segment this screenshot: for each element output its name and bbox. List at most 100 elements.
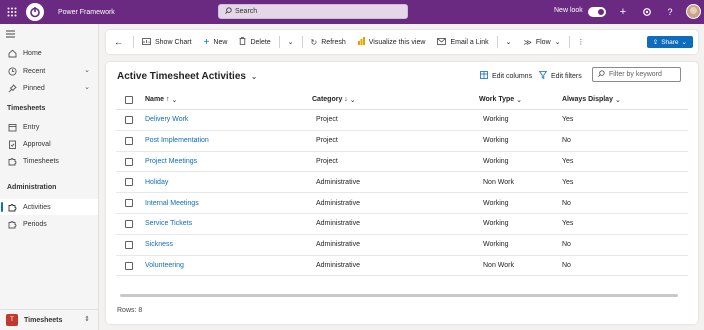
- settings-gear-icon[interactable]: [640, 5, 654, 19]
- view-selector[interactable]: Active Timesheet Activities ⌄: [117, 71, 257, 82]
- search-box[interactable]: Search: [218, 4, 408, 19]
- edit-columns-button[interactable]: Edit columns: [480, 71, 532, 81]
- table-row[interactable]: Internal Meetings Administrative Working…: [116, 193, 688, 214]
- sidebar-item-home[interactable]: Home: [0, 45, 98, 61]
- sidebar-item-label: Recent: [23, 67, 46, 75]
- row-checkbox[interactable]: [125, 240, 133, 249]
- table-row[interactable]: Sickness Administrative Working No: [116, 235, 688, 256]
- row-checkbox[interactable]: [125, 157, 133, 166]
- refresh-label: Refresh: [321, 38, 346, 46]
- select-all-checkbox[interactable]: [125, 96, 133, 104]
- show-chart-button[interactable]: Show Chart: [136, 30, 198, 54]
- sidebar-item-periods[interactable]: Periods: [0, 216, 98, 232]
- table-row[interactable]: Volunteering Administrative Non Work No: [116, 256, 688, 277]
- new-look-label: New look: [554, 7, 583, 14]
- edit-filters-label: Edit filters: [551, 72, 582, 80]
- name-link[interactable]: Sickness: [145, 235, 173, 255]
- always-display-cell: Yes: [562, 116, 574, 124]
- new-button[interactable]: + New: [198, 30, 234, 54]
- column-header-label: Always Display: [562, 96, 613, 103]
- always-display-cell: Yes: [562, 157, 574, 165]
- visualize-button[interactable]: Visualize this view: [352, 30, 432, 54]
- app-name[interactable]: Power Framework: [58, 9, 115, 16]
- sidebar: Home Recent ⌄ Pinned ⌄ Timesheets Entry …: [0, 24, 99, 330]
- avatar[interactable]: [686, 4, 701, 19]
- mail-icon: [437, 37, 447, 47]
- sidebar-item-activities[interactable]: Activities: [0, 199, 98, 215]
- row-checkbox[interactable]: [125, 219, 133, 228]
- sidebar-item-timesheets[interactable]: Timesheets: [0, 153, 98, 169]
- flow-label: Flow: [535, 38, 551, 46]
- new-look-toggle[interactable]: [588, 7, 606, 17]
- flow-icon: ≫: [523, 37, 532, 47]
- name-link[interactable]: Project Meetings: [145, 152, 197, 172]
- row-checkbox[interactable]: [125, 136, 133, 145]
- divider: [496, 36, 498, 48]
- horizontal-scrollbar[interactable]: [120, 294, 678, 297]
- search-icon: [598, 70, 605, 79]
- table-row[interactable]: Project Meetings Project Working Yes: [116, 152, 688, 173]
- always-display-cell: Yes: [562, 220, 574, 228]
- name-link[interactable]: Internal Meetings: [145, 193, 199, 213]
- column-header-name[interactable]: Name ↑ ⌄: [145, 90, 177, 109]
- row-checkbox[interactable]: [125, 261, 133, 270]
- delete-button[interactable]: Delete: [233, 30, 276, 54]
- help-icon[interactable]: ?: [663, 5, 677, 19]
- name-link[interactable]: Volunteering: [145, 256, 184, 276]
- table-row[interactable]: Delivery Work Project Working Yes: [116, 110, 688, 131]
- row-checkbox[interactable]: [125, 199, 133, 208]
- refresh-icon: ↻: [310, 37, 318, 47]
- new-label: New: [213, 38, 228, 46]
- name-link[interactable]: Post Implementation: [145, 131, 209, 151]
- sidebar-item-pinned[interactable]: Pinned ⌄: [0, 80, 98, 96]
- refresh-button[interactable]: ↻ Refresh: [305, 30, 352, 54]
- puzzle-icon: [7, 219, 17, 229]
- sidebar-item-label: Home: [23, 49, 42, 57]
- table-row[interactable]: Post Implementation Project Working No: [116, 131, 688, 152]
- divider: [301, 36, 303, 48]
- chevron-down-icon[interactable]: ⌄: [84, 83, 90, 91]
- more-dropdown-button[interactable]: ⌄: [500, 30, 518, 54]
- table-row[interactable]: Service Tickets Administrative Working Y…: [116, 214, 688, 235]
- flow-button[interactable]: ≫ Flow ⌄: [517, 30, 566, 54]
- overflow-button[interactable]: ⋮: [572, 30, 591, 54]
- email-link-label: Email a Link: [450, 38, 489, 46]
- work-type-cell: Working: [483, 116, 509, 124]
- category-cell: Administrative: [316, 261, 360, 269]
- hamburger-icon[interactable]: [6, 30, 15, 40]
- sidebar-item-approval[interactable]: Approval: [0, 136, 98, 152]
- table-row[interactable]: Holiday Administrative Non Work Yes: [116, 172, 688, 194]
- puzzle-icon: [7, 156, 17, 166]
- chevron-down-icon: ⌄: [349, 96, 356, 104]
- app-logo-icon[interactable]: [26, 3, 44, 21]
- command-bar: ← Show Chart + New Delete ⌄ ↻ Refresh Vi…: [106, 30, 698, 54]
- plus-icon[interactable]: +: [616, 5, 630, 19]
- row-checkbox[interactable]: [125, 116, 133, 124]
- more-dropdown-button[interactable]: ⌄: [282, 30, 300, 54]
- back-button[interactable]: ←: [106, 30, 131, 54]
- column-header-work-type[interactable]: Work Type ⌄: [479, 90, 522, 109]
- app-launcher-icon[interactable]: [0, 0, 24, 24]
- share-icon: ⇪: [652, 39, 659, 46]
- edit-filters-button[interactable]: Edit filters: [538, 71, 582, 81]
- area-switcher[interactable]: T Timesheets ⇕: [0, 309, 98, 330]
- area-name: Timesheets: [24, 316, 63, 324]
- category-cell: Administrative: [316, 241, 360, 249]
- name-link[interactable]: Service Tickets: [145, 214, 192, 234]
- work-type-cell: Non Work: [483, 178, 514, 186]
- search-icon: [225, 7, 232, 16]
- sidebar-item-entry[interactable]: Entry: [0, 119, 98, 135]
- name-link[interactable]: Delivery Work: [145, 110, 188, 130]
- filter-keyword-input[interactable]: Filter by keyword: [592, 67, 681, 82]
- column-header-always-display[interactable]: Always Display ⌄: [562, 90, 621, 109]
- column-header-category[interactable]: Category ↓ ⌄: [312, 90, 356, 109]
- sidebar-section-title: Administration: [7, 184, 57, 191]
- plus-icon: +: [203, 36, 210, 48]
- sidebar-item-recent[interactable]: Recent ⌄: [0, 63, 98, 79]
- share-button[interactable]: ⇪ Share ⌄: [646, 36, 693, 48]
- email-link-button[interactable]: Email a Link: [431, 30, 494, 54]
- sidebar-item-label: Periods: [23, 220, 47, 228]
- name-link[interactable]: Holiday: [145, 172, 168, 192]
- chevron-down-icon[interactable]: ⌄: [84, 66, 90, 74]
- row-checkbox[interactable]: [125, 178, 133, 187]
